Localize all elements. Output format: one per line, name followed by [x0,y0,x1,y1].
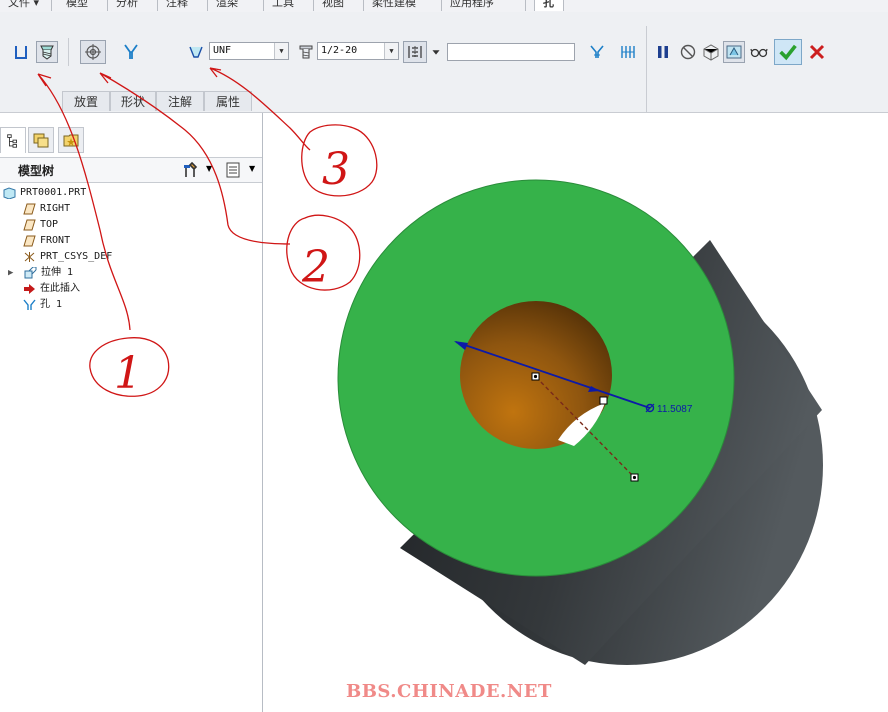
tree-item-label: 拉伸 1 [41,267,74,278]
tree-item-label: RIGHT [40,203,71,214]
tab-placement[interactable]: 放置 [62,91,110,111]
part-icon [3,187,16,199]
preview-geometry-icon[interactable] [700,41,722,63]
model-tree-header: 模型树 ▼ ▼ [0,157,262,183]
watermark: BBS.CHINADE.NET [346,681,552,702]
tree-item-label: 孔 1 [40,299,63,310]
tree-settings-icon[interactable] [182,161,200,179]
screw-size-select[interactable]: 1/2-20 ▼ [317,42,399,60]
graphics-window[interactable]: 11.5087 [263,113,888,712]
thread-standard-select[interactable]: UNF ▼ [209,42,289,60]
hole-feature-icon [23,299,36,310]
dimension-label[interactable]: 11.5087 [657,404,693,415]
model-graphics: 11.5087 [337,179,823,665]
expand-arrow-icon[interactable]: ▶ [8,266,13,280]
menu-tools[interactable]: 工具 [264,0,314,11]
cancel-button[interactable] [806,41,828,63]
menu-file[interactable]: 文件 ▾ [0,0,52,11]
datum-plane-icon [23,235,36,247]
menu-applications[interactable]: 应用程序 [442,0,526,11]
pause-icon[interactable] [652,41,674,63]
folder-star-icon [63,134,79,147]
chevron-down-icon[interactable]: ▼ [384,43,398,59]
screw-size-value: 1/2-20 [321,45,358,56]
thread-surface-icon[interactable] [586,41,608,63]
model-tree-tab[interactable] [0,127,26,153]
tree-filter-icon[interactable] [224,161,242,179]
coordinate-system-icon [24,252,35,262]
tree-item-label: 在此插入 [40,283,80,294]
tree-item-label: PRT0001.PRT [20,187,87,198]
thread-type-icon[interactable] [186,41,206,63]
screw-size-icon [296,41,316,63]
tree-item-label: TOP [40,219,59,230]
datum-plane-icon [23,219,36,231]
menu-render[interactable]: 渲染 [208,0,264,11]
verify-mode-icon[interactable] [723,41,745,63]
depth-dropdown-icon[interactable] [428,41,444,63]
datum-plane-icon [23,203,36,215]
glasses-icon[interactable] [748,41,770,63]
ribbon: UNF ▼ 1/2-20 ▼ 放置 形状 注解 属性 [0,12,888,113]
depth-value-input[interactable] [447,43,575,61]
countersink-icon[interactable] [617,41,639,63]
model-tree-icon [7,133,17,148]
menu-model[interactable]: 模型 [58,0,108,11]
model-tree-title: 模型树 [18,164,55,178]
simple-hole-icon[interactable] [10,41,32,63]
standard-hole-icon[interactable] [36,41,58,63]
tab-properties[interactable]: 属性 [204,91,252,111]
chevron-down-icon[interactable]: ▼ [206,164,212,173]
favorites-tab[interactable] [58,127,84,153]
menu-view[interactable]: 视图 [314,0,364,11]
insert-arrow-icon [24,284,35,294]
extrude-icon [24,267,37,279]
drill-tip-icon[interactable] [120,41,142,63]
tree-item-label: FRONT [40,235,71,246]
tree-item-label: PRT_CSYS_DEF [40,251,113,262]
chevron-down-icon[interactable]: ▼ [274,43,288,59]
tab-shape[interactable]: 形状 [110,91,156,111]
tapped-hole-icon[interactable] [80,40,106,64]
thread-standard-value: UNF [213,45,232,56]
layer-tab[interactable] [28,127,54,153]
chevron-down-icon[interactable]: ▼ [249,164,255,173]
no-preview-icon[interactable] [677,41,699,63]
tab-note[interactable]: 注解 [156,91,204,111]
folder-layers-icon [33,133,49,148]
confirm-button[interactable] [774,39,802,65]
menu-hole[interactable]: 孔 [534,0,564,11]
menu-annotate[interactable]: 注释 [158,0,208,11]
depth-option-icon[interactable] [403,41,427,63]
menu-analysis[interactable]: 分析 [108,0,158,11]
menu-flexible-modeling[interactable]: 柔性建模 [364,0,442,11]
navigator-panel: 模型树 ▼ ▼ PRT0001.PRT RIGHT TOP FRONT PRT_… [0,113,263,712]
